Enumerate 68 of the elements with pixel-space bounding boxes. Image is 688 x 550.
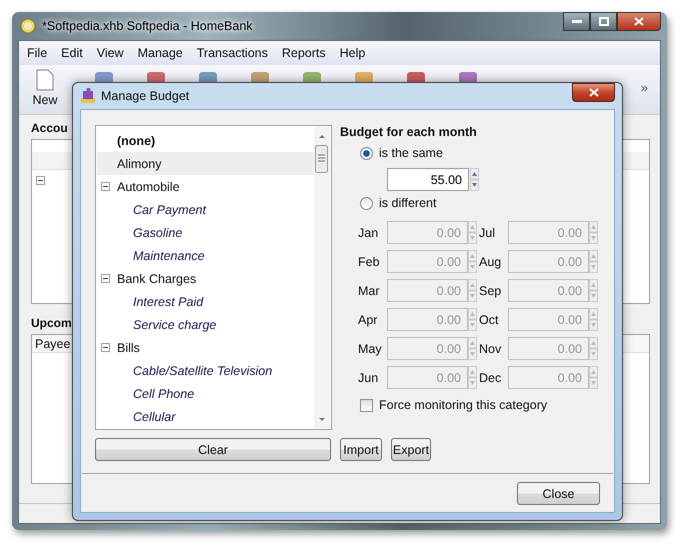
collapse-icon[interactable] [101,343,110,352]
section-title: Upcom [31,316,72,330]
tree-item[interactable]: Cable/Satellite Television [97,359,314,382]
menu-item[interactable]: Help [340,46,366,60]
export-button[interactable]: Export [391,438,431,461]
dialog-title: Manage Budget [101,89,190,103]
collapse-icon[interactable] [101,182,110,191]
month-label: Jun [358,370,380,384]
menu-item[interactable]: Reports [282,46,326,60]
month-label: Dec [479,370,502,384]
tree-item[interactable]: Alimony [97,152,314,175]
amount-field[interactable]: 55.00 [387,168,469,191]
tree-item[interactable]: Bank Charges [97,267,314,290]
spin-arrows-icon[interactable] [470,168,479,191]
force-monitoring-checkbox[interactable]: Force monitoring this category [360,394,600,416]
tree-item[interactable]: Interest Paid [97,290,314,313]
month-label: Jan [358,226,380,240]
clear-button[interactable]: Clear [95,438,331,461]
close-button[interactable] [572,83,615,102]
tree-item[interactable]: Automobile [97,175,314,198]
menu-item[interactable]: Manage [138,46,183,60]
scrollbar[interactable] [314,127,330,428]
menu-item[interactable]: Edit [61,46,83,60]
tree-item[interactable]: Gasoline [97,221,314,244]
tree-item[interactable]: Cell Phone [97,382,314,405]
section-title: Accou [31,121,68,135]
tree-item[interactable]: Cellular [97,405,314,428]
close-dialog-button[interactable]: Close [517,482,600,505]
minimize-button[interactable] [563,12,590,31]
close-icon [588,88,598,97]
window-title: *Softpedia.xhb Softpedia - HomeBank [42,19,253,33]
month-label: Nov [479,342,502,356]
toolbar-overflow[interactable]: » [640,80,648,95]
tree-item[interactable]: Maintenance [97,244,314,267]
month-label: Aug [479,254,502,268]
tree-item[interactable]: (none) [97,129,314,152]
menu-item[interactable]: View [96,46,124,60]
menu-item[interactable]: File [27,46,48,60]
close-icon [634,17,644,26]
section-title: Budget for each month [340,125,478,139]
maximize-button[interactable] [590,12,617,31]
month-label: Feb [358,254,381,268]
tree-item[interactable]: Car Payment [97,198,314,221]
tree-item[interactable]: Service charge [97,313,314,336]
menu-item[interactable]: Transactions [196,46,268,60]
minimize-icon [572,20,582,24]
column-header[interactable]: Payee [35,336,70,350]
month-label: Mar [358,284,381,298]
close-button[interactable] [617,12,661,31]
radio-button[interactable] [360,196,373,210]
month-label: May [358,342,383,356]
radio-option[interactable]: is the same [360,142,600,164]
month-label: Jul [479,226,496,240]
app-icon [20,18,36,34]
maximize-icon [598,17,608,26]
radio-option[interactable]: is different [360,192,600,214]
collapse-icon[interactable] [36,176,45,185]
new-button[interactable]: New [27,69,63,107]
radio-button[interactable] [360,146,373,160]
import-button[interactable]: Import [340,438,382,461]
collapse-icon[interactable] [101,274,110,283]
month-label: Apr [358,312,378,326]
month-label: Oct [479,312,500,326]
checkbox[interactable] [360,398,373,412]
document-icon [36,69,54,91]
month-label: Sep [479,284,502,298]
puzzle-icon [80,88,96,104]
tree-item[interactable]: Bills [97,336,314,359]
